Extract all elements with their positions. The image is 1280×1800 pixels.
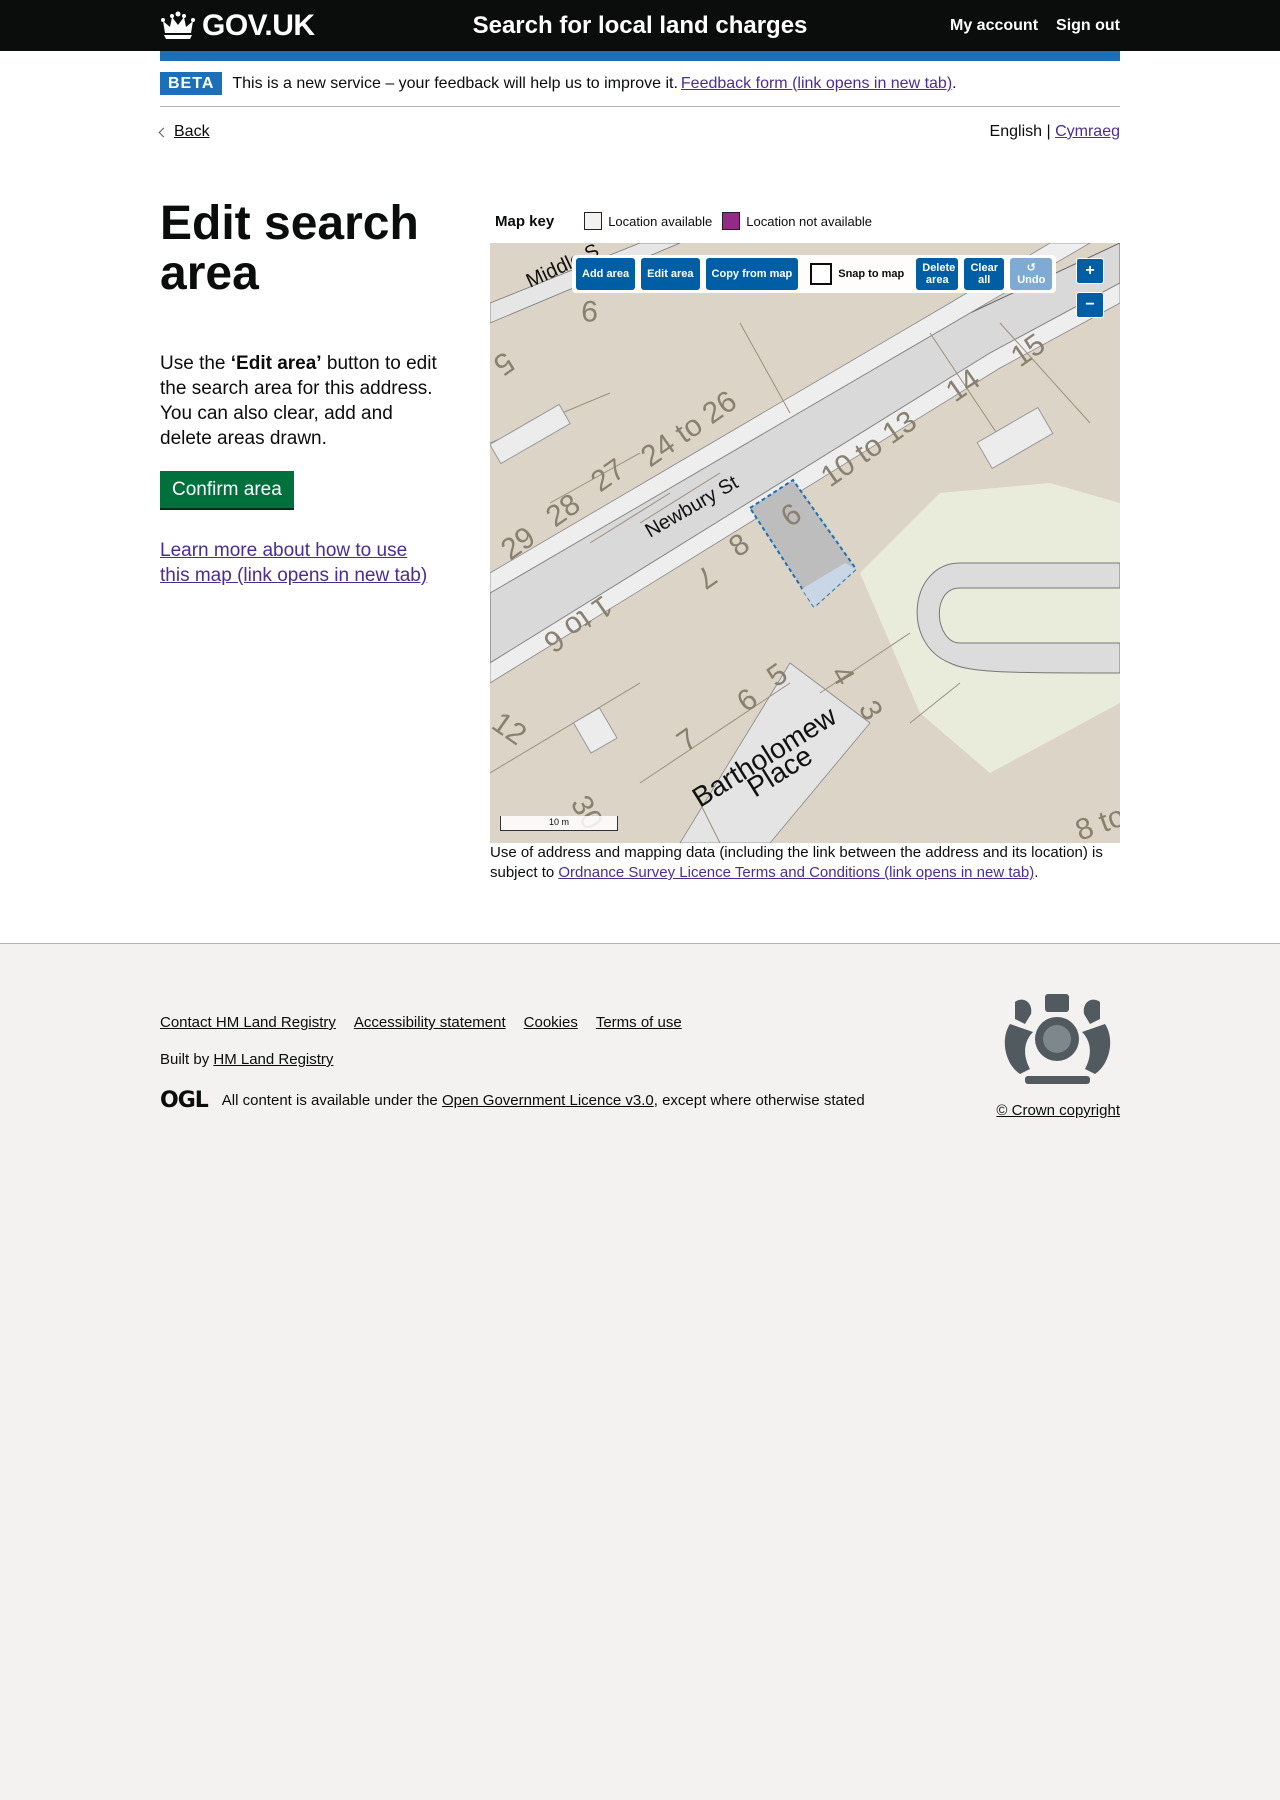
edit-area-button[interactable]: Edit area xyxy=(641,258,700,290)
header: GOV.UK Search for local land charges My … xyxy=(0,0,1280,51)
left-column: Edit search area Use the ‘Edit area’ but… xyxy=(160,199,440,883)
crown-copyright-link[interactable]: © Crown copyright xyxy=(996,1102,1120,1119)
map-key-title: Map key xyxy=(495,212,555,230)
clear-all-button[interactable]: Clear all xyxy=(964,258,1005,290)
map-toolbar: Add area Edit area Copy from map Snap to… xyxy=(572,255,1057,293)
licence-pre: All content is available under the xyxy=(221,1092,438,1109)
service-name[interactable]: Search for local land charges xyxy=(473,12,808,40)
confirm-area-button[interactable]: Confirm area xyxy=(160,471,294,508)
intro-pre: Use the xyxy=(160,353,231,374)
map-column: Map key Location available Location not … xyxy=(490,199,1120,883)
ogl-link[interactable]: Open Government Licence v3.0 xyxy=(442,1092,654,1109)
licence-text: All content is available under the Open … xyxy=(222,1092,865,1109)
header-nav: My account Sign out xyxy=(950,17,1120,35)
snap-to-map-toggle[interactable]: Snap to map xyxy=(804,263,910,285)
intro-bold: ‘Edit area’ xyxy=(230,353,322,374)
undo-icon: ↺ xyxy=(1026,262,1036,274)
key-not-available: Location not available xyxy=(722,212,872,230)
footer-link-terms[interactable]: Terms of use xyxy=(596,1014,682,1031)
add-area-button[interactable]: Add area xyxy=(576,258,636,290)
zoom-controls: + − xyxy=(1076,258,1104,318)
logo-text: GOV.UK xyxy=(202,8,315,42)
footer-link-contact[interactable]: Contact HM Land Registry xyxy=(160,1014,336,1031)
footer-link-cookies[interactable]: Cookies xyxy=(524,1014,578,1031)
sign-out-link[interactable]: Sign out xyxy=(1056,17,1120,35)
map-attribution: Use of address and mapping data (includi… xyxy=(490,843,1120,883)
footer: Contact HM Land Registry Accessibility s… xyxy=(0,943,1280,1119)
copy-from-map-button[interactable]: Copy from map xyxy=(705,258,799,290)
back-link-wrap: Back xyxy=(158,123,210,141)
phase-banner: BETA This is a new service – your feedba… xyxy=(160,61,1120,107)
govuk-logo[interactable]: GOV.UK xyxy=(160,9,315,43)
header-blue-strip xyxy=(160,51,1120,61)
available-label: Location available xyxy=(608,213,713,229)
built-by-text: Built by xyxy=(160,1051,210,1068)
feedback-link[interactable]: Feedback form (link opens in new tab) xyxy=(681,75,952,93)
undo-label: Undo xyxy=(1017,274,1046,286)
ogl-logo: OGL xyxy=(160,1088,209,1113)
royal-coat-of-arms-icon xyxy=(1004,994,1111,1084)
crest-block: © Crown copyright xyxy=(995,984,1120,1119)
page-title: Edit search area xyxy=(160,197,419,300)
beta-tag: BETA xyxy=(160,72,223,95)
phase-text: This is a new service – your feedback wi… xyxy=(232,74,678,92)
learn-more-link[interactable]: Learn more about how to use this map (li… xyxy=(160,540,427,586)
map-canvas[interactable]: Newbury St Bartholomew Place Middle S 24… xyxy=(490,243,1120,843)
map-key: Map key Location available Location not … xyxy=(490,199,1120,243)
footer-link-accessibility[interactable]: Accessibility statement xyxy=(354,1014,506,1031)
label-9-top: 9 xyxy=(581,294,598,327)
chevron-left-icon xyxy=(158,127,169,137)
zoom-out-button[interactable]: − xyxy=(1076,292,1104,318)
built-by-link[interactable]: HM Land Registry xyxy=(213,1051,333,1068)
snap-checkbox[interactable] xyxy=(810,263,833,285)
scale-bar: 10 m xyxy=(500,816,618,831)
back-link[interactable]: Back xyxy=(174,123,210,141)
footer-meta: Contact HM Land Registry Accessibility s… xyxy=(160,984,865,1119)
snap-label: Snap to map xyxy=(838,268,905,280)
nav-row: Back English | Cymraeg xyxy=(158,107,1120,157)
available-swatch xyxy=(584,212,603,230)
licence-post: , except where otherwise stated xyxy=(653,1092,865,1109)
os-licence-link[interactable]: Ordnance Survey Licence Terms and Condit… xyxy=(558,864,1034,881)
language-switcher: English | Cymraeg xyxy=(990,123,1120,141)
not-available-swatch xyxy=(722,212,741,230)
not-available-label: Location not available xyxy=(746,213,873,229)
undo-button[interactable]: ↺ Undo xyxy=(1010,258,1053,290)
footer-links: Contact HM Land Registry Accessibility s… xyxy=(160,1014,865,1031)
zoom-in-button[interactable]: + xyxy=(1076,258,1104,284)
licence-row: OGL All content is available under the O… xyxy=(160,1088,865,1113)
my-account-link[interactable]: My account xyxy=(950,17,1038,35)
map[interactable]: Newbury St Bartholomew Place Middle S 24… xyxy=(490,243,1120,843)
built-by: Built by HM Land Registry xyxy=(160,1051,865,1068)
crown-icon xyxy=(161,11,195,39)
delete-area-button[interactable]: Delete area xyxy=(916,258,959,290)
lang-cymraeg[interactable]: Cymraeg xyxy=(1055,123,1120,140)
main-content: Edit search area Use the ‘Edit area’ but… xyxy=(160,157,1120,943)
lang-english: English xyxy=(989,123,1043,140)
lang-separator: | xyxy=(1046,123,1051,140)
attribution-end: . xyxy=(1034,864,1039,881)
phase-end: . xyxy=(952,74,957,92)
intro-paragraph: Use the ‘Edit area’ button to edit the s… xyxy=(160,351,440,451)
key-available: Location available xyxy=(584,212,712,230)
